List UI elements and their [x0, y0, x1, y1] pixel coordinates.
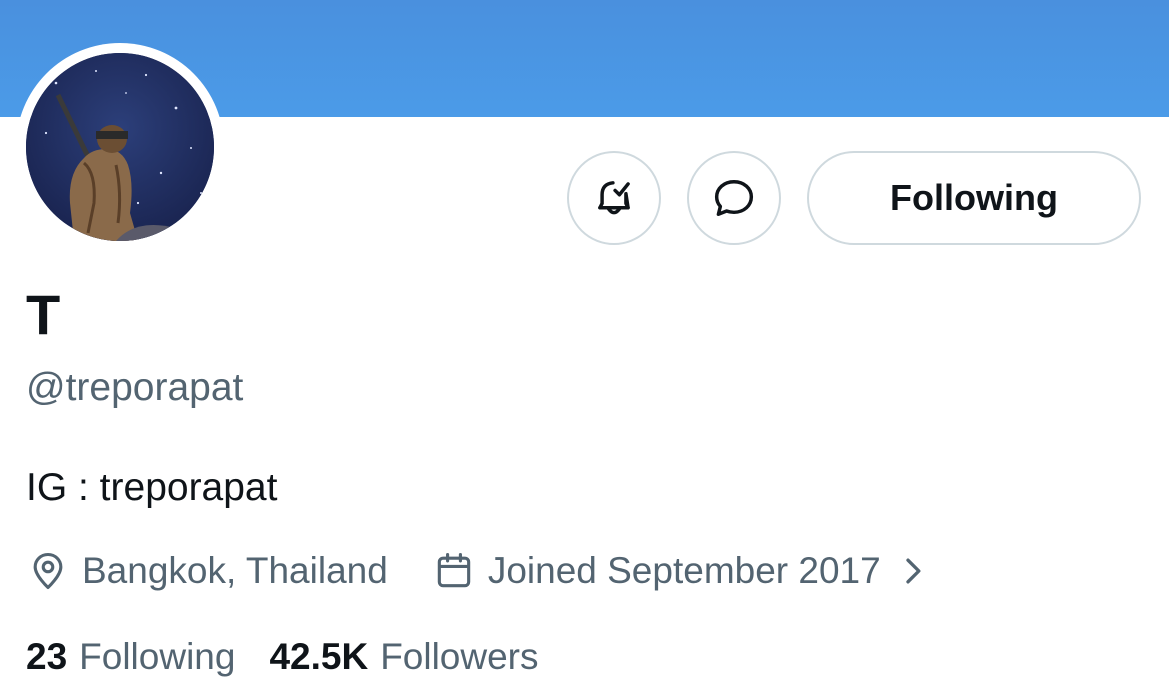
following-button[interactable]: Following: [807, 151, 1141, 245]
location-pin-icon: [33, 552, 63, 590]
location-text: Bangkok, Thailand: [82, 550, 388, 591]
calendar-icon: [437, 552, 471, 588]
chevron-right-icon: [906, 558, 921, 584]
followers-stat[interactable]: 42.5K Followers: [269, 636, 538, 678]
user-bio: IG : treporapat: [26, 466, 278, 509]
display-name: T: [26, 283, 61, 346]
notifications-button[interactable]: [567, 151, 661, 245]
following-count: 23: [26, 636, 68, 677]
followers-label: Followers: [380, 636, 539, 677]
joined-item[interactable]: Joined September 2017: [432, 549, 933, 593]
profile-stats: 23 Following 42.5K Followers: [26, 632, 539, 682]
following-stat[interactable]: 23 Following: [26, 636, 235, 678]
joined-text: Joined September 2017: [487, 550, 881, 591]
profile-meta: Bangkok, Thailand Joined September 2017: [26, 546, 933, 596]
avatar[interactable]: [26, 53, 214, 241]
message-bubble-icon: [714, 180, 754, 216]
avatar-ring: [16, 43, 224, 251]
avatar-image: [26, 53, 214, 241]
user-handle: @treporapat: [26, 366, 244, 409]
followers-count: 42.5K: [269, 636, 369, 677]
bell-check-icon: [598, 181, 630, 215]
location-item: Bangkok, Thailand: [26, 549, 388, 593]
profile-header: Following T @treporapat IG : treporapat …: [0, 0, 1169, 690]
message-button[interactable]: [687, 151, 781, 245]
following-label: Following: [79, 636, 236, 677]
